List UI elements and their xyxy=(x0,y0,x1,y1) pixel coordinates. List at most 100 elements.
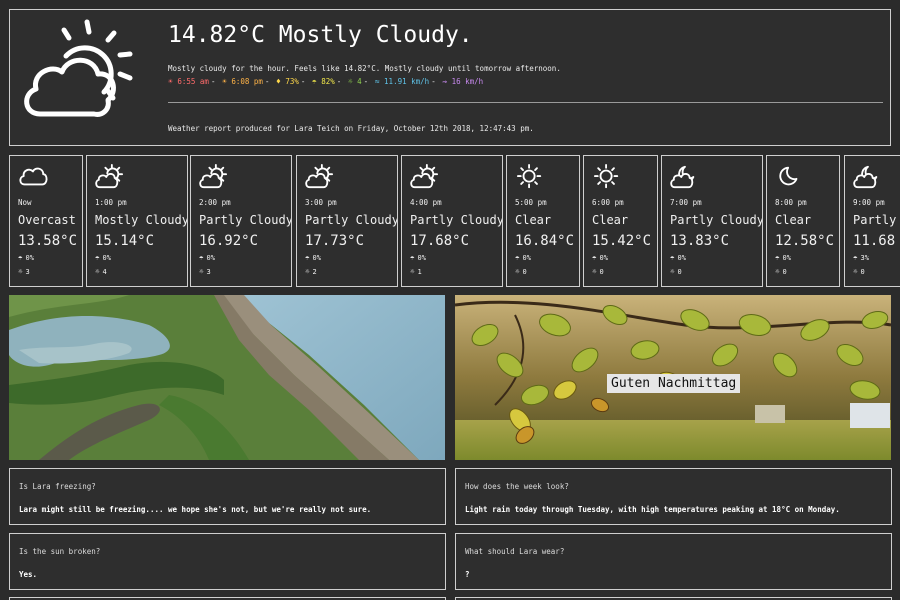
gust-value: 16 km/h xyxy=(451,77,484,86)
qa-answer: ? xyxy=(465,570,470,579)
umbrella-icon: ☂ xyxy=(853,253,858,262)
hourly-uv-value: 2 xyxy=(312,268,317,276)
qa-answer: Yes. xyxy=(19,570,38,579)
hourly-card: 1:00 pm Mostly Cloudy 15.14°C ☂ 0% ☼ 4 xyxy=(86,155,188,287)
hourly-precip: ☂ 3% xyxy=(853,253,869,262)
hourly-temperature: 13.83°C xyxy=(670,233,730,249)
hourly-uv: ☼ 3 xyxy=(199,267,211,276)
wind-stat: ≈ 11.91 km/h xyxy=(375,77,430,86)
hourly-precip-value: 3% xyxy=(860,254,869,262)
hourly-precip-value: 0% xyxy=(102,254,111,262)
gust-stat: ⇝ 16 km/h xyxy=(442,77,483,86)
hourly-precip: ☂ 0% xyxy=(775,253,791,262)
hourly-precip-value: 0% xyxy=(417,254,426,262)
hourly-uv-value: 4 xyxy=(102,268,107,276)
hourly-precip: ☂ 0% xyxy=(199,253,215,262)
umbrella-icon: ☂ xyxy=(18,253,23,262)
hourly-card: 8:00 pm Clear 12.58°C ☂ 0% ☼ 0 xyxy=(766,155,840,287)
hourly-condition: Partly Cloudy xyxy=(410,213,503,227)
umbrella-icon: ☂ xyxy=(670,253,675,262)
hourly-time: 5:00 pm xyxy=(515,198,547,207)
humidity-value: 73% xyxy=(285,77,299,86)
hourly-precip: ☂ 0% xyxy=(410,253,426,262)
hourly-time: 4:00 pm xyxy=(410,198,442,207)
hourly-uv-value: 0 xyxy=(677,268,682,276)
uv-icon: ☼ xyxy=(410,267,415,276)
hourly-temperature: 11.68 xyxy=(853,233,896,249)
hourly-uv: ☼ 3 xyxy=(18,267,30,276)
hourly-card: 6:00 pm Clear 15.42°C ☂ 0% ☼ 0 xyxy=(583,155,658,287)
hourly-forecast-strip[interactable]: Now Overcast 13.58°C ☂ 0% ☼ 3 1:00 pm Mostly Clo… xyxy=(9,155,900,288)
hourly-condition: Clear xyxy=(592,213,629,227)
hourly-time: 7:00 pm xyxy=(670,198,702,207)
droplet-icon: ♦ xyxy=(275,77,281,86)
qa-card: How does the week look? Light rain today… xyxy=(455,468,892,525)
sunset-icon: ☀ xyxy=(221,77,227,86)
hourly-uv: ☼ 4 xyxy=(95,267,107,276)
current-weather-panel: 14.82°C Mostly Cloudy. Mostly cloudy for… xyxy=(9,9,891,146)
separator: - xyxy=(431,77,436,86)
uv-icon: ☼ xyxy=(305,267,310,276)
hourly-temperature: 15.42°C xyxy=(592,233,652,249)
hourly-time: 1:00 pm xyxy=(95,198,127,207)
hourly-precip-value: 0% xyxy=(677,254,686,262)
precip-stat: ☂ 82% xyxy=(312,77,335,86)
qa-card: Is Lara freezing? Lara might still be fr… xyxy=(9,468,446,525)
hourly-card: 7:00 pm Partly Cloudy 13.83°C ☂ 0% ☼ 0 xyxy=(661,155,763,287)
hourly-time: 8:00 pm xyxy=(775,198,807,207)
uv-icon: ☼ xyxy=(199,267,204,276)
hourly-uv: ☼ 2 xyxy=(305,267,317,276)
hourly-uv-value: 0 xyxy=(599,268,604,276)
separator: - xyxy=(264,77,270,86)
partly-cloudy-day-icon xyxy=(24,19,133,117)
hourly-time: Now xyxy=(18,198,32,207)
uv-icon: ☼ xyxy=(515,267,520,276)
partly-cloudy-icon xyxy=(95,164,123,189)
qa-question: Is the sun broken? xyxy=(19,547,101,556)
sunset-stat: ☀ 6:08 pm xyxy=(222,77,263,86)
hourly-precip: ☂ 0% xyxy=(670,253,686,262)
hourly-precip-value: 0% xyxy=(25,254,34,262)
qa-card: Is the sun broken? Yes. xyxy=(9,533,446,590)
hourly-uv-value: 0 xyxy=(522,268,527,276)
hourly-precip: ☂ 0% xyxy=(95,253,111,262)
uv-icon: ☼ xyxy=(853,267,858,276)
night-cloudy-icon xyxy=(670,165,695,189)
cloud-icon xyxy=(19,167,48,186)
hourly-temperature: 15.14°C xyxy=(95,233,155,249)
uv-icon: ☼ xyxy=(18,267,23,276)
separator: - xyxy=(300,77,306,86)
uv-icon: ☼ xyxy=(670,267,675,276)
hourly-temperature: 16.84°C xyxy=(515,233,575,249)
moon-icon xyxy=(779,166,798,186)
hourly-precip-value: 0% xyxy=(312,254,321,262)
hourly-time: 3:00 pm xyxy=(305,198,337,207)
hourly-uv: ☼ 0 xyxy=(853,267,865,276)
current-headline: 14.82°C Mostly Cloudy. xyxy=(168,22,473,48)
umbrella-icon: ☂ xyxy=(410,253,415,262)
hourly-condition: Partly xyxy=(853,213,897,227)
hourly-time: 9:00 pm xyxy=(853,198,885,207)
qa-question: How does the week look? xyxy=(465,482,569,491)
precip-value: 82% xyxy=(321,77,335,86)
divider xyxy=(168,102,883,103)
hourly-card: 5:00 pm Clear 16.84°C ☂ 0% ☼ 0 xyxy=(506,155,580,287)
hourly-card: 4:00 pm Partly Cloudy 17.68°C ☂ 0% ☼ 1 xyxy=(401,155,503,287)
separator: - xyxy=(336,77,342,86)
wind-value: 11.91 km/h xyxy=(384,77,430,86)
sun-icon xyxy=(594,164,619,189)
hourly-precip: ☂ 0% xyxy=(18,253,34,262)
hourly-precip-value: 0% xyxy=(599,254,608,262)
sunrise-icon: ☀ xyxy=(168,77,173,86)
hourly-condition: Overcast xyxy=(18,213,76,227)
partly-cloudy-icon xyxy=(410,164,439,189)
uv-icon: ☼ xyxy=(347,77,353,86)
hourly-condition: Partly Cloudy xyxy=(305,213,398,227)
hourly-card: 2:00 pm Partly Cloudy 16.92°C ☂ 0% ☼ 3 xyxy=(190,155,292,287)
humidity-stat: ♦ 73% xyxy=(276,77,299,86)
separator: - xyxy=(210,77,216,86)
hourly-condition: Clear xyxy=(515,213,552,227)
umbrella-icon: ☂ xyxy=(592,253,597,262)
qa-question: What should Lara wear? xyxy=(465,547,565,556)
greeting-label: Guten Nachmittag xyxy=(607,374,741,393)
